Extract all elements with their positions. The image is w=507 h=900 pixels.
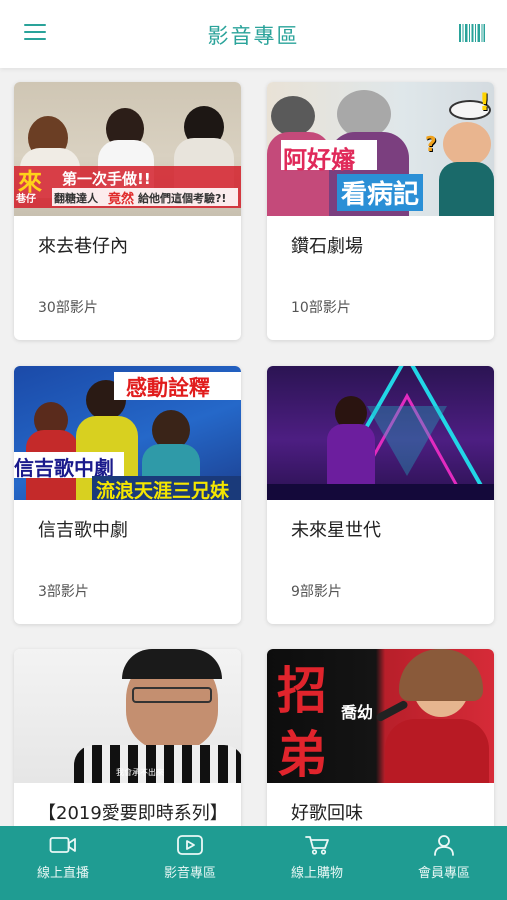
tab-label: 線上購物 [290,866,343,881]
thumb-overlay-text: 感動詮釋 [126,376,210,400]
card-xin-ji-ge-zhong-ju[interactable]: 感動詮釋 信吉歌中劇 流浪天涯三兄妹 信吉歌中劇 3部影片 [14,366,241,624]
video-count: 3部影片 [38,584,89,600]
user-icon [434,835,454,856]
thumb-overlay-text: 第一次手做!! [62,170,151,188]
tab-label: 線上直播 [36,866,89,881]
thumb-overlay-text: 弟 [277,726,327,783]
card-title: 好歌回味 [291,803,363,824]
card-thumbnail: ! ? 阿好嬸 看病記 [267,82,494,216]
tab-label: 影音專區 [163,866,216,881]
thumb-overlay-text: 喬幼 [341,703,374,722]
tab-member[interactable]: 會員專區 [381,834,507,881]
thumb-overlay-text: 看病記 [337,174,424,211]
thumb-overlay-text: ? [425,132,437,156]
thumb-overlay-text: 流浪天涯三兄妹 [96,480,230,500]
video-camera-icon [49,837,76,853]
card-thumbnail: 我會承不出來 [14,649,241,783]
tab-shopping[interactable]: 線上購物 [254,834,380,881]
thumb-overlay-text: 翻糖達人 [54,192,98,205]
thumb-overlay-text: 阿好嬸 [283,146,355,174]
thumb-overlay-text: 給他們這個考驗?! [138,192,227,205]
card-title: 來去巷仔內 [38,236,128,257]
card-thumbnail [267,366,494,500]
thumb-overlay-text: 巷仔 [16,194,36,205]
thumb-overlay-text: 我會承不出來 [116,768,164,777]
video-count: 9部影片 [291,584,342,600]
video-count: 30部影片 [38,300,98,316]
card-thumbnail: 招 弟 喬幼 [267,649,494,783]
thumb-overlay-text: 招 [277,662,327,720]
card-title: 鑽石劇場 [291,236,363,257]
card-zuan-shi-ju-chang[interactable]: ! ? 阿好嬸 看病記 鑽石劇場 10部影片 [267,82,494,340]
card-thumbnail: 感動詮釋 信吉歌中劇 流浪天涯三兄妹 [14,366,241,500]
card-wei-lai-xing-shi-dai[interactable]: 未來星世代 9部影片 [267,366,494,624]
barcode-icon[interactable] [459,24,485,42]
top-bar: 影音專區 [0,0,507,68]
card-title: 【2019愛要即時系列】 [38,803,228,824]
tab-video-zone[interactable]: 影音專區 [127,834,253,881]
bottom-nav-bar: 線上直播 影音專區 線上購物 會員專區 [0,826,507,900]
tab-label: 會員專區 [417,866,470,881]
video-count: 10部影片 [291,300,351,316]
shopping-cart-icon [305,836,329,855]
thumb-overlay-text: ! [479,88,490,116]
card-lai-qu-xiang-zai-nei[interactable]: 來 巷仔 第一次手做!! 翻糖達人 竟然 給他們這個考驗?! 來去巷仔內 30部… [14,82,241,340]
page-title: 影音專區 [207,24,300,48]
tab-live[interactable]: 線上直播 [0,834,126,881]
card-thumbnail: 來 巷仔 第一次手做!! 翻糖達人 竟然 給他們這個考驗?! [14,82,241,216]
card-title: 信吉歌中劇 [38,520,128,541]
play-button-icon [177,835,203,855]
thumb-overlay-text: 竟然 [108,192,135,207]
card-title: 未來星世代 [291,520,381,541]
